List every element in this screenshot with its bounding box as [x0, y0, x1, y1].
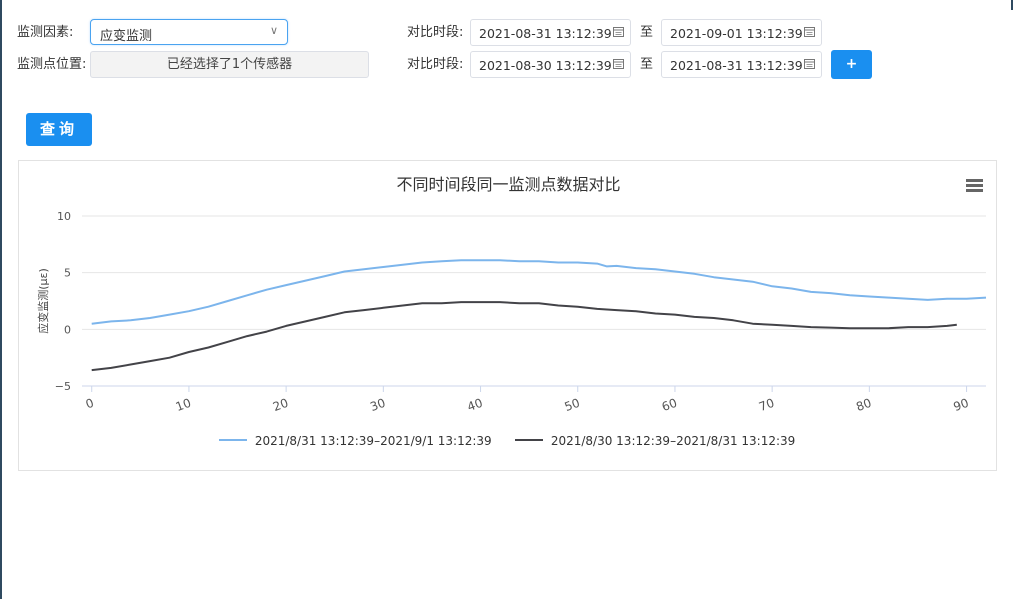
x-tick-label: 60 — [660, 396, 679, 414]
to-label-2: 至 — [640, 57, 654, 72]
line-chart: 1050−50 10 20 30 40 50 60 70 80 90应变监测(με) — [36, 210, 987, 414]
calendar-icon — [613, 27, 624, 37]
calendar-icon — [613, 59, 624, 69]
series-line-1 — [91, 259, 987, 325]
x-tick-label: 20 — [271, 396, 290, 414]
x-tick-label: 80 — [854, 396, 873, 414]
legend-item-series-1[interactable]: 2021/8/31 13:12:39–2021/9/1 13:12:39 — [219, 434, 492, 448]
legend-swatch-series-2 — [515, 438, 543, 441]
add-period-button[interactable]: + — [831, 50, 872, 79]
period2-start-value: 2021-08-30 13:12:39 — [479, 58, 612, 73]
series-line-2 — [91, 301, 957, 372]
period1-start-value: 2021-08-31 13:12:39 — [479, 26, 612, 41]
period1-end-input[interactable]: 2021-09-01 13:12:39 — [661, 19, 822, 46]
monitor-factor-value: 应变监测 — [100, 29, 153, 44]
to-label-1: 至 — [640, 25, 654, 40]
legend-swatch-series-1 — [219, 438, 247, 441]
sensor-selector[interactable]: 已经选择了1个传感器 — [90, 51, 369, 78]
period2-end-input[interactable]: 2021-08-31 13:12:39 — [661, 51, 822, 78]
y-axis-title: 应变监测(με) — [36, 268, 50, 334]
period1-start-input[interactable]: 2021-08-31 13:12:39 — [470, 19, 631, 46]
period1-end-value: 2021-09-01 13:12:39 — [670, 26, 803, 41]
monitor-factor-select[interactable]: 应变监测 ∨ — [90, 19, 288, 45]
chevron-down-icon: ∨ — [269, 24, 278, 37]
period2-end-value: 2021-08-31 13:12:39 — [670, 58, 803, 73]
monitor-location-label: 监测点位置: — [17, 57, 87, 72]
y-tick-label: 0 — [64, 323, 71, 336]
calendar-icon — [804, 27, 815, 37]
x-tick-label: 40 — [465, 396, 484, 414]
x-tick-label: 0 — [84, 396, 96, 412]
legend-label-series-2: 2021/8/30 13:12:39–2021/8/31 13:12:39 — [550, 434, 796, 448]
monitor-factor-label: 监测因素: — [17, 25, 74, 40]
y-tick-label: 10 — [57, 210, 71, 223]
query-button[interactable]: 查询 — [26, 113, 92, 146]
y-tick-label: 5 — [64, 267, 71, 280]
compare-period-label-1: 对比时段: — [407, 25, 464, 40]
legend-label-series-1: 2021/8/31 13:12:39–2021/9/1 13:12:39 — [254, 434, 492, 448]
calendar-icon — [804, 59, 815, 69]
y-tick-label: −5 — [55, 380, 71, 393]
window-left-edge — [0, 0, 2, 599]
x-tick-label: 50 — [563, 396, 582, 414]
period2-start-input[interactable]: 2021-08-30 13:12:39 — [470, 51, 631, 78]
x-tick-label: 30 — [368, 396, 387, 414]
x-tick-label: 70 — [757, 396, 776, 414]
x-tick-label: 10 — [174, 396, 193, 414]
compare-period-label-2: 对比时段: — [407, 57, 464, 72]
x-tick-label: 90 — [951, 396, 970, 414]
legend-item-series-2[interactable]: 2021/8/30 13:12:39–2021/8/31 13:12:39 — [515, 434, 795, 448]
comparison-chart-panel: 不同时间段同一监测点数据对比 10 5 0 −5 0 10 20 30 40 50 60 70 80 90… — [18, 160, 997, 471]
chart-legend: 2021/8/31 13:12:39–2021/9/1 13:12:39 202… — [19, 432, 998, 452]
